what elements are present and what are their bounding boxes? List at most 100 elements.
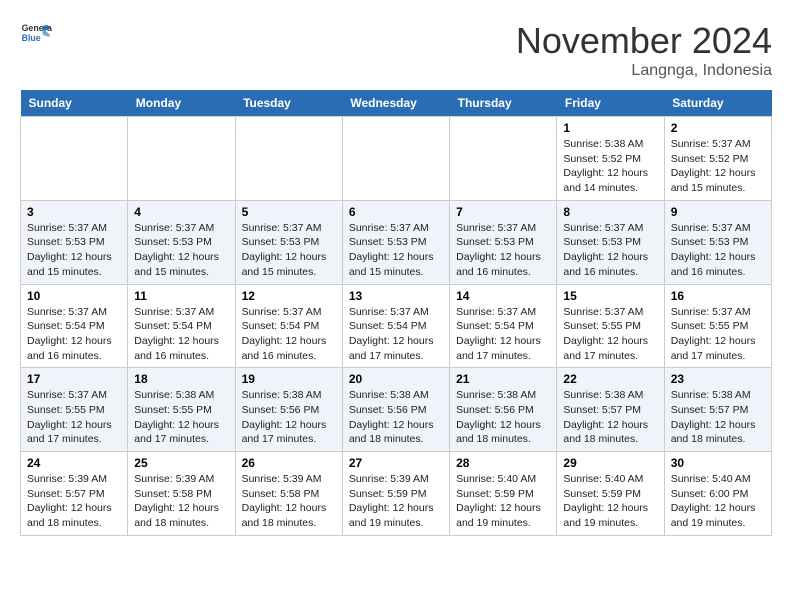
calendar-cell: 16Sunrise: 5:37 AM Sunset: 5:55 PM Dayli… [664,284,771,368]
day-number: 15 [563,289,657,303]
calendar-cell [450,117,557,201]
day-info: Sunrise: 5:40 AM Sunset: 6:00 PM Dayligh… [671,472,765,531]
week-row-1: 1 Sunrise: 5:38 AM Sunset: 5:52 PM Daylig… [21,117,772,201]
day-info: Sunrise: 5:37 AM Sunset: 5:53 PM Dayligh… [134,221,228,280]
calendar-cell [128,117,235,201]
day-info: Sunrise: 5:40 AM Sunset: 5:59 PM Dayligh… [456,472,550,531]
calendar-cell: 28Sunrise: 5:40 AM Sunset: 5:59 PM Dayli… [450,452,557,536]
day-number: 26 [242,456,336,470]
day-number: 23 [671,372,765,386]
calendar-cell: 19Sunrise: 5:38 AM Sunset: 5:56 PM Dayli… [235,368,342,452]
day-info: Sunrise: 5:39 AM Sunset: 5:59 PM Dayligh… [349,472,443,531]
svg-text:Blue: Blue [22,33,41,43]
calendar-cell: 4 Sunrise: 5:37 AM Sunset: 5:53 PM Daylig… [128,200,235,284]
day-number: 6 [349,205,443,219]
calendar-cell: 17 Sunrise: 5:37 AM Sunset: 5:55 PM Dayli… [21,368,128,452]
month-title: November 2024 [516,20,772,62]
day-number: 29 [563,456,657,470]
location: Langnga, Indonesia [516,62,772,80]
day-header-monday: Monday [128,90,235,117]
day-info: Sunrise: 5:39 AM Sunset: 5:58 PM Dayligh… [242,472,336,531]
day-info: Sunrise: 5:37 AM Sunset: 5:55 PM Dayligh… [27,388,121,447]
logo-icon: General Blue [20,20,52,52]
day-number: 13 [349,289,443,303]
day-number: 12 [242,289,336,303]
day-info: Sunrise: 5:38 AM Sunset: 5:57 PM Dayligh… [671,388,765,447]
day-info: Sunrise: 5:37 AM Sunset: 5:53 PM Dayligh… [349,221,443,280]
title-block: November 2024 Langnga, Indonesia [516,20,772,80]
day-header-friday: Friday [557,90,664,117]
day-info: Sunrise: 5:37 AM Sunset: 5:53 PM Dayligh… [27,221,121,280]
days-header-row: SundayMondayTuesdayWednesdayThursdayFrid… [21,90,772,117]
day-header-sunday: Sunday [21,90,128,117]
day-info: Sunrise: 5:37 AM Sunset: 5:53 PM Dayligh… [671,221,765,280]
calendar-cell [21,117,128,201]
day-header-thursday: Thursday [450,90,557,117]
day-info: Sunrise: 5:37 AM Sunset: 5:53 PM Dayligh… [242,221,336,280]
calendar-cell: 2 Sunrise: 5:37 AM Sunset: 5:52 PM Daylig… [664,117,771,201]
calendar-cell: 24Sunrise: 5:39 AM Sunset: 5:57 PM Dayli… [21,452,128,536]
day-info: Sunrise: 5:39 AM Sunset: 5:57 PM Dayligh… [27,472,121,531]
day-number: 18 [134,372,228,386]
calendar-cell: 3 Sunrise: 5:37 AM Sunset: 5:53 PM Daylig… [21,200,128,284]
day-number: 4 [134,205,228,219]
day-number: 8 [563,205,657,219]
calendar-cell: 6 Sunrise: 5:37 AM Sunset: 5:53 PM Daylig… [342,200,449,284]
day-info: Sunrise: 5:37 AM Sunset: 5:54 PM Dayligh… [242,305,336,364]
day-header-wednesday: Wednesday [342,90,449,117]
calendar-cell: 20 Sunrise: 5:38 AM Sunset: 5:56 PM Dayli… [342,368,449,452]
calendar-cell: 9 Sunrise: 5:37 AM Sunset: 5:53 PM Daylig… [664,200,771,284]
calendar-cell: 18 Sunrise: 5:38 AM Sunset: 5:55 PM Dayli… [128,368,235,452]
day-info: Sunrise: 5:38 AM Sunset: 5:56 PM Dayligh… [242,388,336,447]
day-number: 27 [349,456,443,470]
day-info: Sunrise: 5:37 AM Sunset: 5:55 PM Dayligh… [563,305,657,364]
day-number: 11 [134,289,228,303]
day-info: Sunrise: 5:38 AM Sunset: 5:57 PM Dayligh… [563,388,657,447]
day-info: Sunrise: 5:37 AM Sunset: 5:55 PM Dayligh… [671,305,765,364]
day-number: 20 [349,372,443,386]
calendar-cell: 15 Sunrise: 5:37 AM Sunset: 5:55 PM Dayli… [557,284,664,368]
calendar-cell: 13 Sunrise: 5:37 AM Sunset: 5:54 PM Dayli… [342,284,449,368]
day-info: Sunrise: 5:37 AM Sunset: 5:54 PM Dayligh… [134,305,228,364]
day-info: Sunrise: 5:40 AM Sunset: 5:59 PM Dayligh… [563,472,657,531]
page-header: General Blue November 2024 Langnga, Indo… [20,20,772,80]
day-number: 17 [27,372,121,386]
day-info: Sunrise: 5:38 AM Sunset: 5:56 PM Dayligh… [456,388,550,447]
day-header-saturday: Saturday [664,90,771,117]
logo: General Blue [20,20,52,52]
calendar-cell: 5 Sunrise: 5:37 AM Sunset: 5:53 PM Daylig… [235,200,342,284]
week-row-2: 3 Sunrise: 5:37 AM Sunset: 5:53 PM Daylig… [21,200,772,284]
day-number: 25 [134,456,228,470]
week-row-3: 10Sunrise: 5:37 AM Sunset: 5:54 PM Dayli… [21,284,772,368]
day-number: 9 [671,205,765,219]
day-number: 30 [671,456,765,470]
day-number: 14 [456,289,550,303]
day-info: Sunrise: 5:37 AM Sunset: 5:52 PM Dayligh… [671,137,765,196]
calendar-cell: 10Sunrise: 5:37 AM Sunset: 5:54 PM Dayli… [21,284,128,368]
day-info: Sunrise: 5:38 AM Sunset: 5:55 PM Dayligh… [134,388,228,447]
calendar-cell: 27 Sunrise: 5:39 AM Sunset: 5:59 PM Dayli… [342,452,449,536]
day-number: 1 [563,121,657,135]
day-number: 21 [456,372,550,386]
day-number: 3 [27,205,121,219]
calendar-cell: 23 Sunrise: 5:38 AM Sunset: 5:57 PM Dayli… [664,368,771,452]
day-info: Sunrise: 5:37 AM Sunset: 5:54 PM Dayligh… [349,305,443,364]
calendar-cell: 12 Sunrise: 5:37 AM Sunset: 5:54 PM Dayli… [235,284,342,368]
calendar-cell: 21 Sunrise: 5:38 AM Sunset: 5:56 PM Dayli… [450,368,557,452]
day-number: 7 [456,205,550,219]
day-number: 5 [242,205,336,219]
calendar-cell: 25Sunrise: 5:39 AM Sunset: 5:58 PM Dayli… [128,452,235,536]
day-info: Sunrise: 5:37 AM Sunset: 5:53 PM Dayligh… [563,221,657,280]
day-info: Sunrise: 5:38 AM Sunset: 5:52 PM Dayligh… [563,137,657,196]
calendar-cell [235,117,342,201]
calendar-cell: 30 Sunrise: 5:40 AM Sunset: 6:00 PM Dayli… [664,452,771,536]
day-info: Sunrise: 5:37 AM Sunset: 5:54 PM Dayligh… [456,305,550,364]
day-info: Sunrise: 5:38 AM Sunset: 5:56 PM Dayligh… [349,388,443,447]
calendar-table: SundayMondayTuesdayWednesdayThursdayFrid… [20,90,772,536]
day-number: 22 [563,372,657,386]
calendar-cell: 26 Sunrise: 5:39 AM Sunset: 5:58 PM Dayli… [235,452,342,536]
day-number: 2 [671,121,765,135]
calendar-cell: 7Sunrise: 5:37 AM Sunset: 5:53 PM Daylig… [450,200,557,284]
calendar-cell [342,117,449,201]
day-info: Sunrise: 5:37 AM Sunset: 5:54 PM Dayligh… [27,305,121,364]
